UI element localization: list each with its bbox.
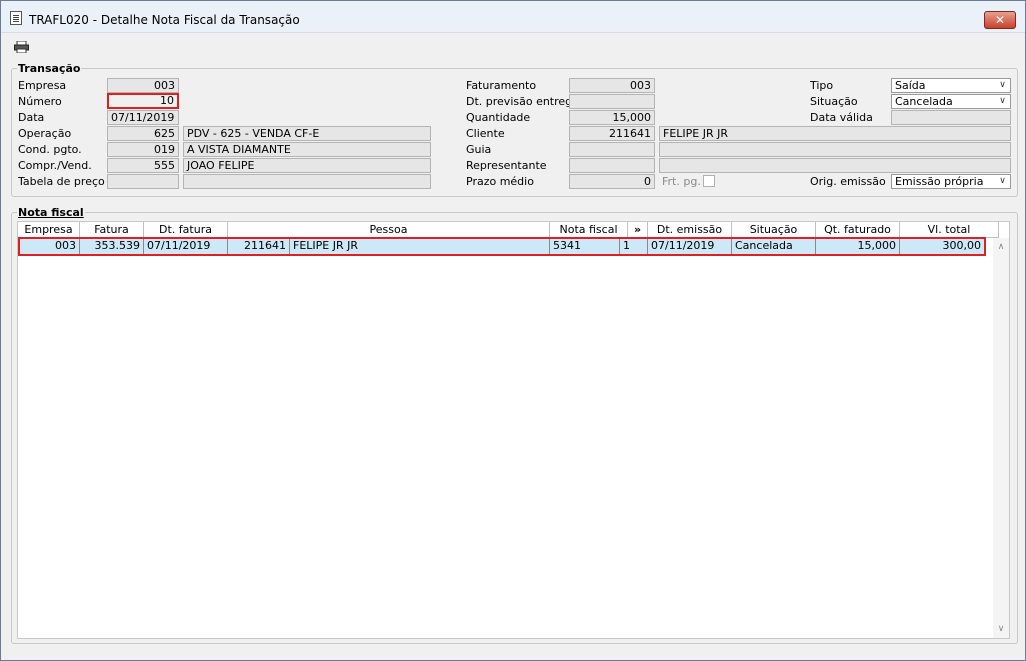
col-header-dt-fatura[interactable]: Dt. fatura [144,222,228,238]
numero-label: Número [18,95,62,108]
data-valida-field[interactable] [891,110,1011,125]
compr-vend-label: Compr./Vend. [18,159,92,172]
operacao-code-field[interactable]: 625 [107,126,179,141]
cliente-label: Cliente [466,127,505,140]
representante-desc-field[interactable] [659,158,1011,173]
cell-situacao: Cancelada [732,238,816,255]
cond-pgto-desc-field[interactable]: A VISTA DIAMANTE [183,142,431,157]
orig-emissao-select[interactable]: Emissão própria ∨ [891,174,1011,189]
tabela-preco-code-field[interactable] [107,174,179,189]
cell-empresa: 003 [18,238,80,255]
vertical-scrollbar[interactable]: ∧ ∨ [993,238,1009,638]
data-label: Data [18,111,45,124]
frt-pg-label: Frt. pg. [662,175,701,188]
chevron-down-icon: ∨ [999,96,1006,106]
tipo-value: Saída [895,79,926,92]
cell-dt-fatura: 07/11/2019 [144,238,228,255]
col-header-empresa[interactable]: Empresa [18,222,80,238]
guia-label: Guia [466,143,492,156]
col-header-nota-fiscal[interactable]: Nota fiscal [550,222,628,238]
title-bar: TRAFL020 - Detalhe Nota Fiscal da Transa… [1,1,1025,33]
col-header-dt-emissao[interactable]: Dt. emissão [648,222,732,238]
empresa-field[interactable]: 003 [107,78,179,93]
nota-fiscal-title: Nota fiscal [17,206,85,219]
chevron-down-icon: ∨ [999,80,1006,90]
frt-pg-checkbox[interactable] [703,175,715,187]
cliente-code-field[interactable]: 211641 [569,126,655,141]
cell-nota-fiscal: 5341 [550,238,620,255]
situacao-label: Situação [810,95,858,108]
cell-dt-emissao: 07/11/2019 [648,238,732,255]
dt-previsao-label: Dt. previsão entrega [466,95,579,108]
prazo-medio-label: Prazo médio [466,175,534,188]
scroll-up-icon[interactable]: ∧ [993,240,1009,254]
prazo-medio-field[interactable]: 0 [569,174,655,189]
numero-field[interactable]: 10 [107,93,179,109]
cell-pessoa-code: 211641 [228,238,290,255]
representante-label: Representante [466,159,547,172]
table-row[interactable]: 003 353.539 07/11/2019 211641 FELIPE JR … [18,238,985,255]
cell-vl-total: 300,00 [900,238,985,255]
guia-code-field[interactable] [569,142,655,157]
cell-fatura: 353.539 [80,238,144,255]
tabela-preco-label: Tabela de preço [18,175,105,188]
col-header-pessoa[interactable]: Pessoa [228,222,550,238]
cell-qt-faturado: 15,000 [816,238,900,255]
representante-code-field[interactable] [569,158,655,173]
cell-pessoa-name: FELIPE JR JR [290,238,550,255]
operacao-label: Operação [18,127,72,140]
cond-pgto-code-field[interactable]: 019 [107,142,179,157]
chevron-down-icon: ∨ [999,176,1006,186]
col-header-vl-total[interactable]: Vl. total [900,222,999,238]
situacao-value: Cancelada [895,95,953,108]
nota-fiscal-grid[interactable]: Empresa Fatura Dt. fatura Pessoa Nota fi… [17,221,1010,639]
window: TRAFL020 - Detalhe Nota Fiscal da Transa… [0,0,1026,661]
col-header-situacao[interactable]: Situação [732,222,816,238]
tabela-preco-desc-field[interactable] [183,174,431,189]
col-header-fatura[interactable]: Fatura [80,222,144,238]
col-header-qt-faturado[interactable]: Qt. faturado [816,222,900,238]
situacao-select[interactable]: Cancelada ∨ [891,94,1011,109]
cliente-name-field[interactable]: FELIPE JR JR [659,126,1011,141]
cell-serie: 1 [620,238,648,255]
printer-icon[interactable] [14,41,29,53]
orig-emissao-label: Orig. emissão [810,175,886,188]
document-icon [10,11,22,25]
tipo-select[interactable]: Saída ∨ [891,78,1011,93]
cond-pgto-label: Cond. pgto. [18,143,82,156]
compr-vend-desc-field[interactable]: JOAO FELIPE [183,158,431,173]
tipo-label: Tipo [810,79,834,92]
quantidade-field[interactable]: 15,000 [569,110,655,125]
faturamento-field[interactable]: 003 [569,78,655,93]
col-header-expand[interactable]: » [628,222,648,238]
guia-desc-field[interactable] [659,142,1011,157]
data-field[interactable]: 07/11/2019 [107,110,179,125]
dt-previsao-field[interactable] [569,94,655,109]
close-button[interactable]: ✕ [984,11,1016,29]
toolbar [1,33,1025,59]
faturamento-label: Faturamento [466,79,537,92]
window-title: TRAFL020 - Detalhe Nota Fiscal da Transa… [29,13,300,27]
scroll-down-icon[interactable]: ∨ [993,622,1009,636]
quantidade-label: Quantidade [466,111,531,124]
compr-vend-code-field[interactable]: 555 [107,158,179,173]
transacao-title: Transação [17,62,82,75]
data-valida-label: Data válida [810,111,873,124]
empresa-label: Empresa [18,79,67,92]
operacao-desc-field[interactable]: PDV - 625 - VENDA CF-E [183,126,431,141]
orig-emissao-value: Emissão própria [895,175,984,188]
